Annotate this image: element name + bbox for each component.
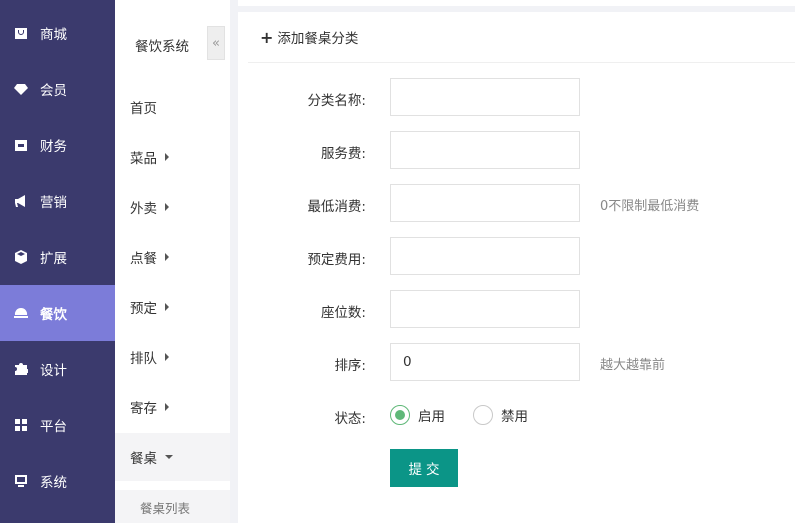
subnav-item-order[interactable]: 点餐 [115, 233, 230, 281]
caret-right-icon [165, 153, 169, 161]
radio-checked-icon [390, 405, 410, 425]
subnav-item-dishes[interactable]: 菜品 [115, 133, 230, 181]
subnav-item-storage[interactable]: 寄存 [115, 383, 230, 431]
subnav-item-label: 餐桌 [130, 451, 157, 467]
min-spend-hint: 0不限制最低消费 [600, 199, 700, 214]
subnav-item-label: 外卖 [130, 201, 157, 217]
monitor-icon [14, 474, 28, 488]
status-enabled-radio[interactable]: 启用 [390, 405, 445, 425]
subnav-item-reserve[interactable]: 预定 [115, 283, 230, 331]
rail-item-label: 平台 [40, 419, 67, 435]
rail-item-label: 商城 [40, 27, 67, 43]
status-disabled-radio[interactable]: 禁用 [473, 405, 528, 425]
min-spend-label: 最低消费: [307, 199, 366, 215]
rail-item-label: 营销 [40, 195, 67, 211]
puzzle-icon [14, 362, 28, 376]
collapse-button[interactable]: « [207, 26, 225, 60]
subnav-item-label: 点餐 [130, 251, 157, 267]
seats-input[interactable] [390, 290, 580, 328]
rail-item-label: 会员 [40, 83, 67, 99]
caret-down-icon [165, 455, 173, 459]
bag-icon [14, 26, 28, 40]
rail-item-label: 系统 [40, 475, 67, 491]
grid-icon [14, 418, 28, 432]
subnav-item-queue[interactable]: 排队 [115, 333, 230, 381]
rail-item-extension[interactable]: 扩展 [0, 229, 115, 285]
subnav-item-tables[interactable]: 餐桌 [115, 433, 230, 481]
subnav-item-home[interactable]: 首页 [115, 83, 230, 131]
diamond-icon [14, 82, 28, 96]
cube-icon [14, 250, 28, 264]
megaphone-icon [14, 194, 28, 208]
subnav-item-label: 首页 [130, 101, 157, 117]
rail-item-label: 扩展 [40, 251, 67, 267]
panel-title: 添加餐桌分类 [277, 31, 359, 47]
caret-right-icon [165, 403, 169, 411]
radio-unchecked-icon [473, 405, 493, 425]
service-fee-label: 服务费: [320, 146, 366, 162]
caret-right-icon [165, 353, 169, 361]
rail-item-member[interactable]: 会员 [0, 61, 115, 117]
rail-item-system[interactable]: 系统 [0, 453, 115, 509]
rail-item-platform[interactable]: 平台 [0, 397, 115, 453]
double-chevron-left-icon: « [212, 35, 220, 51]
sort-label: 排序: [334, 358, 366, 374]
form-panel: + 添加餐桌分类 分类名称: 服务费: 最低消费: 0不限制最低消费 预定费用:… [238, 12, 795, 523]
submit-button[interactable]: 提交 [390, 449, 458, 487]
plus-icon: + [260, 27, 274, 47]
status-enabled-label: 启用 [418, 409, 445, 425]
caret-right-icon [165, 253, 169, 261]
subnav-item-label: 菜品 [130, 151, 157, 167]
name-label: 分类名称: [307, 93, 366, 109]
subnav-item-label: 排队 [130, 351, 157, 367]
name-input[interactable] [390, 78, 580, 116]
top-strip [238, 0, 795, 6]
status-disabled-label: 禁用 [501, 409, 528, 425]
sub-sidebar: 餐饮系统 « 首页 菜品 外卖 点餐 预定 排队 寄存 餐桌 餐桌列表 [115, 0, 230, 523]
subnav-item-label: 寄存 [130, 401, 157, 417]
subnav-item-takeout[interactable]: 外卖 [115, 183, 230, 231]
main-sidebar: 商城 会员 财务 营销 扩展 餐饮 设计 平台 系统 [0, 0, 115, 523]
dish-icon [14, 306, 28, 320]
rail-item-finance[interactable]: 财务 [0, 117, 115, 173]
subnav-item-label: 预定 [130, 301, 157, 317]
service-fee-input[interactable] [390, 131, 580, 169]
sort-input[interactable]: 0 [390, 343, 580, 381]
subnav-subitem-table-list[interactable]: 餐桌列表 [115, 490, 230, 523]
rail-item-label: 财务 [40, 139, 67, 155]
rail-item-marketing[interactable]: 营销 [0, 173, 115, 229]
reserve-fee-input[interactable] [390, 237, 580, 275]
rail-item-design[interactable]: 设计 [0, 341, 115, 397]
caret-right-icon [165, 203, 169, 211]
panel-header: + 添加餐桌分类 [248, 12, 795, 63]
rail-item-label: 设计 [40, 363, 67, 379]
caret-right-icon [165, 303, 169, 311]
sort-value: 0 [403, 354, 412, 370]
seats-label: 座位数: [320, 305, 366, 321]
status-label: 状态: [334, 411, 366, 427]
min-spend-input[interactable] [390, 184, 580, 222]
rail-item-mall[interactable]: 商城 [0, 5, 115, 61]
rail-item-catering[interactable]: 餐饮 [0, 285, 115, 341]
rail-item-label: 餐饮 [40, 307, 67, 323]
subnav-title: 餐饮系统 [135, 39, 189, 55]
reserve-fee-label: 预定费用: [307, 252, 366, 268]
sort-hint: 越大越靠前 [600, 358, 666, 373]
wallet-icon [14, 138, 28, 152]
